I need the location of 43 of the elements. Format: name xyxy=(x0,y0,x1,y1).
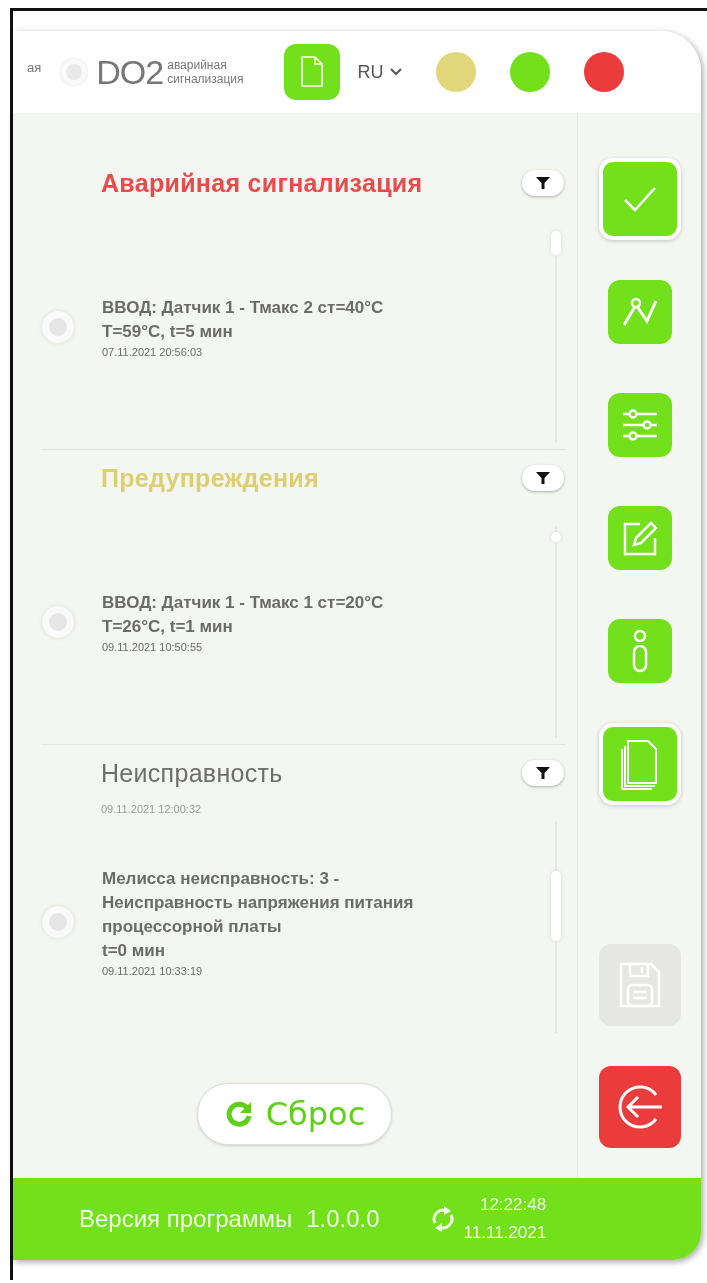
filter-button[interactable] xyxy=(522,170,564,196)
event-text: Неисправность напряжения питания xyxy=(102,892,414,914)
device-name: DO2 xyxy=(96,52,164,92)
event-text: Мелисса неисправность: 3 - xyxy=(102,868,341,890)
scroll-thumb[interactable] xyxy=(551,532,561,542)
filter-icon xyxy=(536,767,550,779)
device-subtitle: сигнализация xyxy=(167,72,244,86)
event-text: ВВОД: Датчик 1 - Тмакс 1 ст=20°C xyxy=(102,592,384,614)
event-text: ВВОД: Датчик 1 - Тмакс 2 ст=40°C xyxy=(102,297,384,319)
event-text: t=0 мин xyxy=(102,940,167,962)
document-button[interactable] xyxy=(283,44,340,100)
filter-button[interactable] xyxy=(522,760,564,786)
exit-button[interactable] xyxy=(598,1066,681,1148)
scroll-thumb[interactable] xyxy=(551,231,561,255)
chart-button[interactable] xyxy=(607,279,672,344)
event-date: 09.11.2021 10:33:19 xyxy=(102,965,204,977)
document-icon xyxy=(298,55,325,89)
edit-button[interactable] xyxy=(607,505,672,570)
header-label: ая xyxy=(27,59,42,75)
section-title: Неисправность xyxy=(101,758,283,788)
event-text: T=26°C, t=1 мин xyxy=(102,616,234,638)
scroll-thumb[interactable] xyxy=(551,871,561,941)
section-title: Аварийная сигнализация xyxy=(101,168,423,198)
event-date: 09.11.2021 12:00:32 xyxy=(101,803,202,815)
check-button[interactable] xyxy=(598,157,681,240)
sliders-button[interactable] xyxy=(607,392,672,457)
event-date: 09.11.2021 10:50:55 xyxy=(102,641,204,653)
language-dropdown[interactable]: RU xyxy=(357,61,402,83)
documents-button[interactable] xyxy=(598,722,681,805)
device-subtitle: аварийная xyxy=(167,58,228,72)
clock-date: 11.11.2021 xyxy=(463,1222,547,1244)
event-text: процессорной платы xyxy=(102,916,283,938)
event-text: T=59°C, t=5 мин xyxy=(102,321,234,343)
version-label: Версия программы xyxy=(79,1205,293,1233)
filter-button[interactable] xyxy=(522,465,564,491)
section-title: Предупреждения xyxy=(101,463,319,493)
filter-icon xyxy=(536,177,550,189)
filter-icon xyxy=(536,472,550,484)
clock-time: 12:22:48 xyxy=(479,1194,547,1216)
version-number: 1.0.0.0 xyxy=(306,1205,380,1233)
info-button[interactable] xyxy=(607,618,672,683)
caret-icon xyxy=(389,68,402,76)
event-date: 07.11.2021 20:56:03 xyxy=(102,346,204,358)
